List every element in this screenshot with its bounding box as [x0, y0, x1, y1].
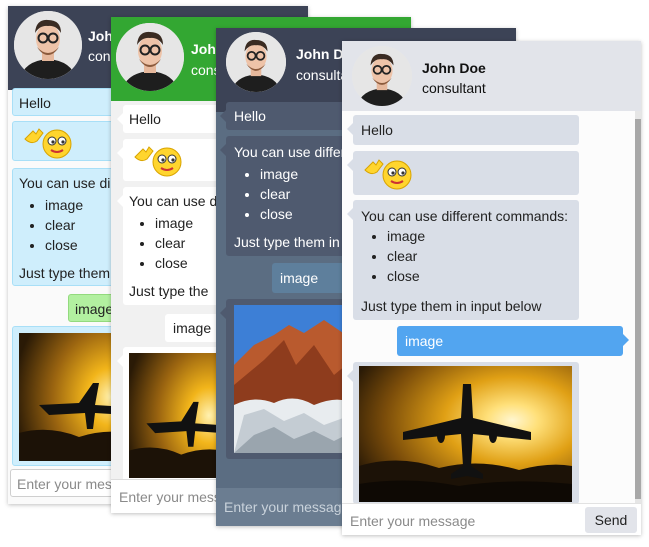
input-bar: Enter your message Send	[342, 503, 641, 535]
command-list: image clear close	[349, 226, 425, 286]
command-item: close	[260, 204, 298, 224]
command-list: image clear close	[8, 195, 83, 255]
message-text: You can use di	[19, 175, 111, 191]
message-input[interactable]: Enter your message	[350, 513, 475, 529]
message-text: Hello	[234, 108, 266, 124]
waving-smiley-icon	[134, 146, 182, 177]
contact-role: consultant	[422, 80, 486, 96]
message-text: Hello	[19, 95, 51, 111]
message-text: image	[75, 301, 114, 317]
contact-name: John Doe	[422, 60, 486, 76]
contact-name: John D	[296, 46, 344, 62]
user-message: image	[272, 263, 352, 293]
bot-message-emoji	[347, 151, 579, 195]
bot-message: Hello	[220, 102, 346, 130]
message-hint: Just type them in input below	[361, 298, 542, 314]
bot-message: Hello	[347, 115, 579, 145]
command-list: image clear close	[117, 213, 193, 273]
message-text: Hello	[129, 111, 161, 127]
message-text: You can use d	[129, 193, 218, 209]
waving-smiley-icon	[24, 128, 72, 159]
bot-message-emoji	[117, 139, 223, 181]
input-placeholder: Enter your mes	[17, 476, 112, 492]
send-label: Send	[594, 512, 628, 528]
message-text: You can use different commands:	[361, 208, 569, 224]
command-item: clear	[155, 233, 193, 253]
chat-window-grey: John Doe consultant Hello You can use di…	[342, 41, 641, 535]
mountain-photo	[234, 305, 346, 453]
bot-message-commands: You can use different commands: image cl…	[347, 200, 579, 320]
message-text: image	[280, 270, 319, 286]
command-item: image	[260, 164, 298, 184]
command-item: close	[155, 253, 193, 273]
avatar	[352, 46, 412, 106]
airplane-photo	[359, 366, 572, 502]
message-hint: Just type them	[19, 265, 111, 281]
command-item: close	[45, 235, 83, 255]
command-item: image	[155, 213, 193, 233]
message-hint: Just type them in	[234, 234, 340, 250]
message-hint: Just type the	[129, 283, 209, 299]
command-item: image	[387, 226, 425, 246]
bot-message-image	[117, 347, 223, 482]
input-placeholder: Enter your message	[224, 499, 350, 515]
avatar	[14, 11, 82, 79]
user-message: image	[397, 326, 629, 356]
chat-header: John Doe consultant	[342, 41, 641, 111]
message-text: Hello	[361, 122, 393, 138]
bot-message-commands: You can use differ image clear close Jus…	[220, 136, 346, 256]
send-button[interactable]: Send	[585, 507, 637, 533]
avatar	[226, 32, 286, 92]
avatar	[116, 23, 184, 91]
input-placeholder: Enter your mess	[119, 489, 221, 505]
command-list: image clear close	[222, 164, 298, 224]
message-text: You can use differ	[234, 144, 346, 160]
message-text: image	[173, 320, 212, 336]
bot-message-image	[220, 299, 346, 459]
scrollbar-thumb[interactable]	[635, 119, 641, 499]
command-item: clear	[387, 246, 425, 266]
command-item: close	[387, 266, 425, 286]
airplane-photo	[129, 353, 223, 478]
bot-message: Hello	[117, 105, 223, 133]
command-item: clear	[260, 184, 298, 204]
user-message: image	[165, 314, 229, 342]
bot-message-image	[347, 362, 579, 504]
waving-smiley-icon	[364, 159, 412, 190]
command-item: image	[45, 195, 83, 215]
command-item: clear	[45, 215, 83, 235]
bot-message-commands: You can use d image clear close Just typ…	[117, 187, 223, 305]
scrollbar[interactable]	[635, 111, 641, 503]
message-text: image	[405, 333, 444, 349]
